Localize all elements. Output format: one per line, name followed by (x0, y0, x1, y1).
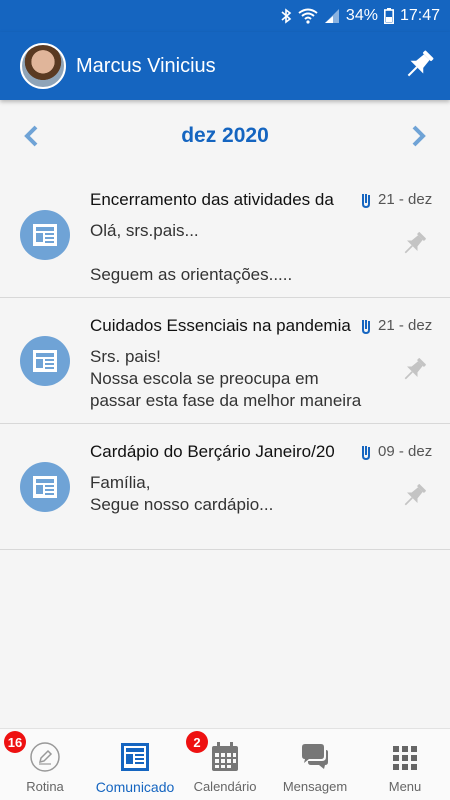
grid-icon (393, 746, 417, 770)
item-date: 21 - dez (378, 317, 433, 334)
signal-icon (324, 9, 339, 23)
chevron-right-icon[interactable] (410, 124, 428, 148)
announcement-list: Encerramento das atividades da 21 - dez … (0, 172, 450, 550)
tab-menu[interactable]: Menu (360, 729, 450, 800)
tab-rotina[interactable]: 16 Rotina (0, 729, 90, 800)
avatar[interactable] (20, 43, 66, 89)
wifi-icon (298, 8, 318, 24)
item-date: 21 - dez (378, 191, 433, 208)
tab-label: Comunicado (95, 779, 175, 795)
bottom-nav: 16 Rotina Comunicado 2 Calendário Mensag… (0, 728, 450, 800)
newspaper-icon (20, 210, 70, 260)
item-preview: Família, Segue nosso cardápio... (90, 473, 274, 514)
paperclip-icon (362, 320, 370, 334)
pin-icon[interactable] (402, 48, 436, 82)
paperclip-icon (362, 446, 370, 460)
list-item[interactable]: Cardápio do Berçário Janeiro/20 09 - dez… (0, 424, 450, 550)
chat-icon (302, 744, 328, 769)
bluetooth-icon (281, 8, 292, 24)
item-date: 09 - dez (378, 443, 433, 460)
tab-label: Menu (388, 779, 422, 794)
calendar-icon (212, 742, 238, 771)
pin-icon[interactable] (400, 482, 428, 510)
battery-icon (383, 8, 394, 24)
newspaper-icon (20, 462, 70, 512)
tab-comunicado[interactable]: Comunicado (90, 729, 180, 800)
newspaper-icon (121, 743, 149, 771)
list-item[interactable]: Cuidados Essenciais na pandemia 21 - dez… (0, 298, 450, 424)
app-header: Marcus Vinicius (0, 32, 450, 100)
chevron-left-icon[interactable] (22, 124, 40, 148)
pin-icon[interactable] (400, 230, 428, 258)
clock: 17:47 (399, 7, 440, 24)
item-title: Encerramento das atividades da (90, 190, 334, 209)
battery-percent: 34% (345, 7, 378, 24)
item-preview: Srs. pais! Nossa escola se preocupa em p… (90, 347, 362, 410)
item-preview: Olá, srs.pais... Seguem as orientações..… (90, 221, 293, 284)
notification-badge: 16 (4, 731, 26, 753)
tab-mensagem[interactable]: Mensagem (270, 729, 360, 800)
user-name: Marcus Vinicius (76, 54, 216, 77)
item-title: Cuidados Essenciais na pandemia (90, 316, 351, 335)
tab-calendario[interactable]: 2 Calendário (180, 729, 270, 800)
paperclip-icon (362, 194, 370, 208)
notification-badge: 2 (186, 731, 208, 753)
item-title: Cardápio do Berçário Janeiro/20 (90, 442, 335, 461)
list-item[interactable]: Encerramento das atividades da 21 - dez … (0, 172, 450, 298)
tab-label: Rotina (26, 779, 64, 794)
newspaper-icon (20, 336, 70, 386)
status-bar: 34% 17:47 (0, 0, 450, 32)
tab-label: Mensagem (282, 779, 348, 794)
pin-icon[interactable] (400, 356, 428, 384)
month-navigator: dez 2020 (0, 100, 450, 172)
pencil-icon (30, 742, 60, 772)
month-label: dez 2020 (181, 124, 269, 147)
tab-label: Calendário (193, 779, 257, 794)
